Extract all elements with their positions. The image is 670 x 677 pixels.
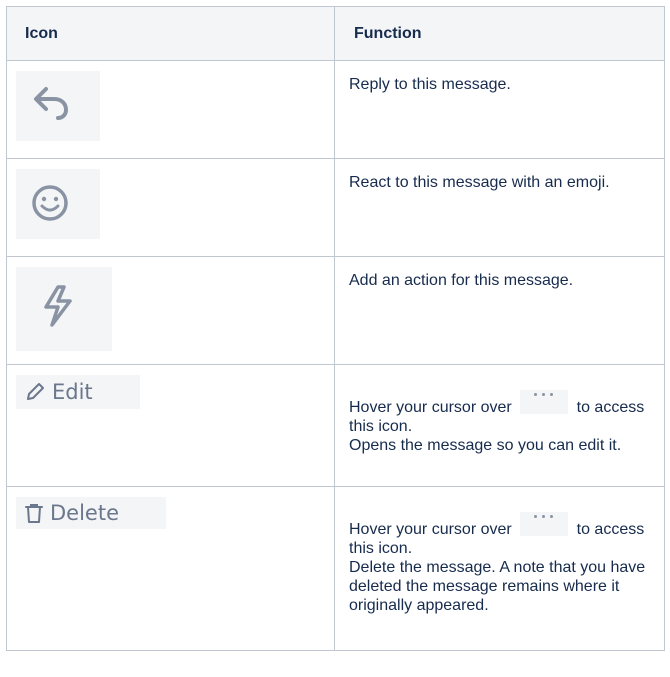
icon-cell <box>6 158 335 257</box>
smile-icon <box>16 169 100 239</box>
function-cell: Hover your cursor over to access this ic… <box>334 364 665 487</box>
more-options-icon <box>520 512 569 536</box>
table-row: Edit Hover your cursor over to access th… <box>6 364 665 487</box>
table-row: Delete Hover your cursor over to access … <box>6 486 665 651</box>
function-cell: React to this message with an emoji. <box>334 158 665 257</box>
function-cell: Add an action for this message. <box>334 256 665 365</box>
table-row: React to this message with an emoji. <box>6 158 665 257</box>
header-function: Function <box>334 6 665 61</box>
icon-function-table: Icon Function Reply to this message. Rea… <box>6 6 665 651</box>
icon-cell: Delete <box>6 486 335 651</box>
icon-cell <box>6 256 335 365</box>
reply-icon <box>16 71 100 141</box>
table-header-row: Icon Function <box>6 6 665 61</box>
delete-pill: Delete <box>16 497 166 529</box>
header-icon: Icon <box>6 6 335 61</box>
table-row: Reply to this message. <box>6 60 665 159</box>
edit-pill: Edit <box>16 375 140 409</box>
pencil-icon <box>27 383 44 400</box>
lightning-icon <box>16 267 112 351</box>
function-cell: Reply to this message. <box>334 60 665 159</box>
icon-cell: Edit <box>6 364 335 487</box>
more-options-icon <box>520 390 569 414</box>
trash-icon <box>25 504 43 523</box>
function-cell: Hover your cursor over to access this ic… <box>334 486 665 651</box>
icon-cell <box>6 60 335 159</box>
table-row: Add an action for this message. <box>6 256 665 365</box>
